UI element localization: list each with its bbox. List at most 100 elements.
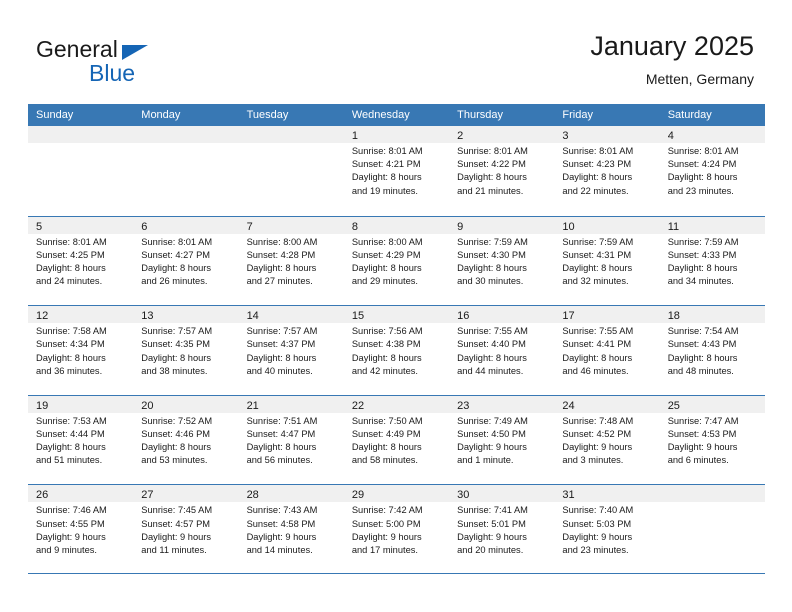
weekday-header-sunday: Sunday xyxy=(36,109,74,121)
daylight-duration-line2: and 9 minutes. xyxy=(36,544,97,555)
day-number: 20 xyxy=(141,399,154,412)
daylight-duration-line2: and 24 minutes. xyxy=(36,276,103,287)
sunrise-time: Sunrise: 7:45 AM xyxy=(141,505,213,516)
brand-name-general: General xyxy=(36,36,118,62)
daylight-duration-line2: and 34 minutes. xyxy=(667,276,734,287)
daylight-duration-line1: Daylight: 8 hours xyxy=(141,352,212,363)
sunset-time: Sunset: 4:33 PM xyxy=(667,249,737,260)
day-details: Sunrise: 8:00 AM Sunset: 4:29 PM Daylight:… xyxy=(344,234,449,289)
sunrise-time: Sunrise: 7:54 AM xyxy=(667,326,739,337)
sunset-time: Sunset: 4:49 PM xyxy=(351,428,421,439)
day-number: 31 xyxy=(562,489,575,502)
daylight-duration-line1: Daylight: 9 hours xyxy=(562,442,633,453)
day-cell[interactable]: 11 Sunrise: 7:59 AM Sunset: 4:33 PM Dayligh… xyxy=(659,216,765,306)
day-cell[interactable]: 30 Sunrise: 7:41 AM Sunset: 5:01 PM Dayligh… xyxy=(449,485,555,573)
day-details: Sunrise: 7:50 AM Sunset: 4:49 PM Daylight:… xyxy=(344,413,449,468)
day-cell[interactable]: 8 Sunrise: 8:00 AM Sunset: 4:29 PM Daylight… xyxy=(343,216,450,306)
sunset-time: Sunset: 5:01 PM xyxy=(457,518,526,529)
day-cell[interactable]: 26 Sunrise: 7:46 AM Sunset: 4:55 PM Dayligh… xyxy=(28,485,134,573)
day-number: 24 xyxy=(562,399,575,412)
day-cell[interactable]: 2 Sunrise: 8:01 AM Sunset: 4:22 PM Daylight… xyxy=(449,126,555,216)
weekday-header-saturday: Saturday xyxy=(667,109,712,121)
day-cell[interactable]: 20 Sunrise: 7:52 AM Sunset: 4:46 PM Dayligh… xyxy=(133,395,239,485)
weekday-header-tuesday: Tuesday xyxy=(246,109,289,121)
sunrise-time: Sunrise: 7:53 AM xyxy=(36,415,107,426)
day-cell[interactable]: 27 Sunrise: 7:45 AM Sunset: 4:57 PM Dayligh… xyxy=(133,485,239,573)
daylight-duration-line2: and 29 minutes. xyxy=(351,276,418,287)
day-number-band: 6 xyxy=(133,216,239,234)
sunset-time: Sunset: 4:30 PM xyxy=(457,249,526,260)
sunset-time: Sunset: 4:25 PM xyxy=(36,249,105,260)
sunset-time: Sunset: 4:46 PM xyxy=(141,428,211,439)
sunset-time: Sunset: 4:35 PM xyxy=(141,339,211,350)
day-cell[interactable]: 31 Sunrise: 7:40 AM Sunset: 5:03 PM Dayligh… xyxy=(554,485,660,573)
day-details: Sunrise: 7:58 AM Sunset: 4:34 PM Daylight:… xyxy=(28,323,133,378)
daylight-duration-line1: Daylight: 9 hours xyxy=(457,531,527,542)
daylight-duration-line2: and 38 minutes. xyxy=(141,365,208,376)
day-number: 17 xyxy=(562,310,575,323)
day-number-band: 5 xyxy=(28,216,134,234)
day-number-band: 31 xyxy=(554,485,660,503)
calendar-page: General Blue January 2025 Metten, German… xyxy=(0,0,792,612)
day-details: Sunrise: 7:57 AM Sunset: 4:35 PM Daylight:… xyxy=(133,323,238,378)
day-cell[interactable]: 13 Sunrise: 7:57 AM Sunset: 4:35 PM Dayligh… xyxy=(133,306,239,395)
day-cell[interactable]: 21 Sunrise: 7:51 AM Sunset: 4:47 PM Dayligh… xyxy=(238,395,344,485)
day-cell[interactable]: 23 Sunrise: 7:49 AM Sunset: 4:50 PM Dayligh… xyxy=(449,395,555,485)
day-cell[interactable]: 17 Sunrise: 7:55 AM Sunset: 4:41 PM Dayligh… xyxy=(554,306,660,395)
day-cell[interactable]: 6 Sunrise: 8:01 AM Sunset: 4:27 PM Daylight… xyxy=(133,216,239,306)
day-cell[interactable]: 4 Sunrise: 8:01 AM Sunset: 4:24 PM Daylight… xyxy=(659,126,765,216)
daylight-duration-line2: and 6 minutes. xyxy=(667,455,729,466)
daylight-duration-line2: and 27 minutes. xyxy=(246,276,313,287)
day-details: Sunrise: 7:59 AM Sunset: 4:30 PM Daylight:… xyxy=(449,234,554,289)
day-cell[interactable]: 9 Sunrise: 7:59 AM Sunset: 4:30 PM Daylight… xyxy=(449,216,555,306)
daylight-duration-line1: Daylight: 9 hours xyxy=(562,531,633,542)
daylight-duration-line1: Daylight: 9 hours xyxy=(141,531,212,542)
day-number-band: 21 xyxy=(238,395,344,413)
sunset-time: Sunset: 4:34 PM xyxy=(36,339,105,350)
sunset-time: Sunset: 4:41 PM xyxy=(562,339,632,350)
sunrise-time: Sunrise: 7:51 AM xyxy=(246,415,318,426)
sunrise-time: Sunrise: 7:52 AM xyxy=(141,415,213,426)
day-cell[interactable]: 29 Sunrise: 7:42 AM Sunset: 5:00 PM Dayligh… xyxy=(343,485,450,573)
day-cell[interactable]: 18 Sunrise: 7:54 AM Sunset: 4:43 PM Dayligh… xyxy=(659,306,765,395)
day-cell-empty xyxy=(238,126,344,216)
daylight-duration-line2: and 23 minutes. xyxy=(562,544,629,555)
day-cell[interactable]: 7 Sunrise: 8:00 AM Sunset: 4:28 PM Daylight… xyxy=(238,216,344,306)
sunset-time: Sunset: 4:52 PM xyxy=(562,428,632,439)
sunrise-time: Sunrise: 7:58 AM xyxy=(36,326,107,337)
day-cell[interactable]: 3 Sunrise: 8:01 AM Sunset: 4:23 PM Daylight… xyxy=(554,126,660,216)
day-cell[interactable]: 24 Sunrise: 7:48 AM Sunset: 4:52 PM Dayligh… xyxy=(554,395,660,485)
sunset-time: Sunset: 4:57 PM xyxy=(141,518,211,529)
sunrise-time: Sunrise: 7:43 AM xyxy=(246,505,318,516)
sunrise-time: Sunrise: 7:57 AM xyxy=(141,326,213,337)
daylight-duration-line1: Daylight: 8 hours xyxy=(246,352,317,363)
day-cell[interactable]: 15 Sunrise: 7:56 AM Sunset: 4:38 PM Dayligh… xyxy=(343,306,450,395)
sunset-time: Sunset: 4:27 PM xyxy=(141,249,211,260)
daylight-duration-line2: and 19 minutes. xyxy=(351,185,418,196)
day-cell[interactable]: 1 Sunrise: 8:01 AM Sunset: 4:21 PM Daylight… xyxy=(343,126,450,216)
day-cell[interactable]: 28 Sunrise: 7:43 AM Sunset: 4:58 PM Dayligh… xyxy=(238,485,344,573)
sunset-time: Sunset: 4:24 PM xyxy=(667,159,737,170)
day-cell[interactable]: 14 Sunrise: 7:57 AM Sunset: 4:37 PM Dayligh… xyxy=(238,306,344,395)
daylight-duration-line2: and 48 minutes. xyxy=(667,365,734,376)
sunrise-time: Sunrise: 8:01 AM xyxy=(457,146,528,156)
day-cell[interactable]: 12 Sunrise: 7:58 AM Sunset: 4:34 PM Dayligh… xyxy=(28,306,134,395)
daylight-duration-line2: and 58 minutes. xyxy=(351,455,418,466)
day-cell[interactable]: 5 Sunrise: 8:01 AM Sunset: 4:25 PM Daylight… xyxy=(28,216,134,306)
daylight-duration-line2: and 51 minutes. xyxy=(36,455,103,466)
day-cell[interactable]: 22 Sunrise: 7:50 AM Sunset: 4:49 PM Dayligh… xyxy=(343,395,450,485)
daylight-duration-line2: and 17 minutes. xyxy=(351,544,418,555)
daylight-duration-line2: and 1 minute. xyxy=(457,455,514,466)
day-number-band: 22 xyxy=(343,395,450,413)
day-cell-empty xyxy=(28,126,134,216)
daylight-duration-line1: Daylight: 8 hours xyxy=(351,263,422,273)
day-cell[interactable]: 19 Sunrise: 7:53 AM Sunset: 4:44 PM Dayligh… xyxy=(28,395,134,485)
day-details: Sunrise: 7:42 AM Sunset: 5:00 PM Daylight:… xyxy=(344,502,449,557)
day-cell[interactable]: 25 Sunrise: 7:47 AM Sunset: 4:53 PM Dayligh… xyxy=(659,395,765,485)
day-cell[interactable]: 16 Sunrise: 7:55 AM Sunset: 4:40 PM Dayligh… xyxy=(449,306,555,395)
day-details: Sunrise: 7:59 AM Sunset: 4:31 PM Daylight:… xyxy=(554,234,659,289)
daylight-duration-line2: and 3 minutes. xyxy=(562,455,624,466)
day-cell[interactable]: 10 Sunrise: 7:59 AM Sunset: 4:31 PM Dayligh… xyxy=(554,216,660,306)
day-number: 8 xyxy=(351,220,358,233)
brand-logo[interactable]: General Blue xyxy=(36,36,256,90)
